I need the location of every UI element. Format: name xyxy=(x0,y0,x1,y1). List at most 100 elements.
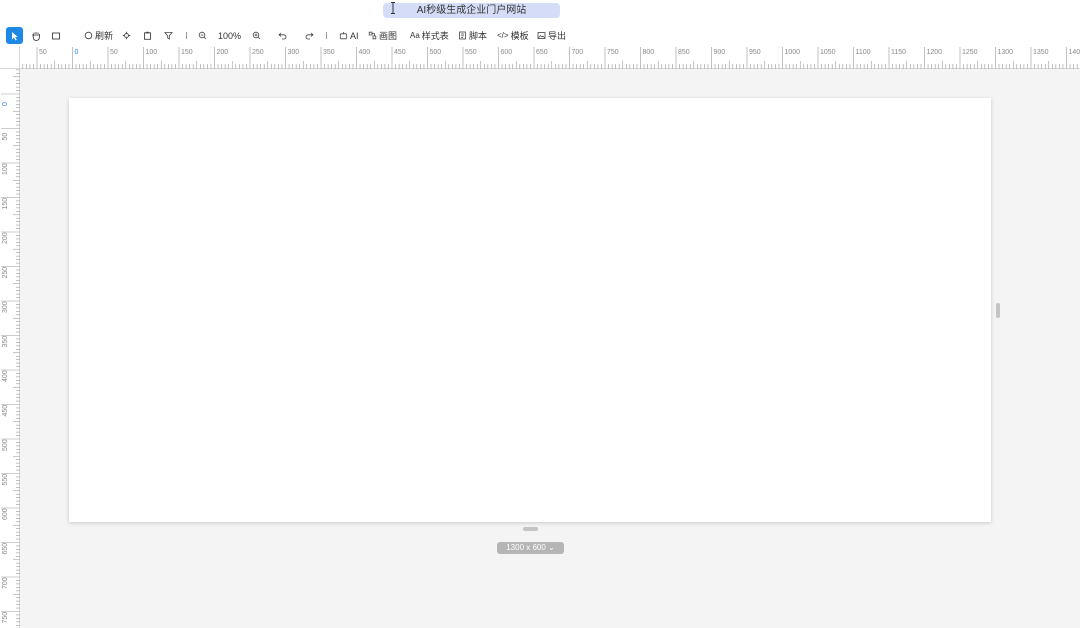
toolbar-divider xyxy=(186,32,187,39)
vertical-ruler-scale: 0 50 100 150 200 250 300 350 400 450 500 550 600 650 7… xyxy=(1,69,20,626)
robot-icon xyxy=(339,32,348,40)
select-tool-button[interactable] xyxy=(6,27,23,44)
horizontal-ruler[interactable]: 50 0 50 100 150 200 250 300 350 400 450 500 550 600 65… xyxy=(20,46,1080,69)
ruler-label: 850 xyxy=(678,49,690,56)
image-icon xyxy=(537,32,546,39)
ruler-label: 200 xyxy=(217,49,229,56)
ruler-label: 200 xyxy=(2,232,9,244)
clipboard-icon xyxy=(144,31,151,40)
toolbar-divider xyxy=(326,32,327,39)
ruler-label: 0 xyxy=(2,102,9,106)
canvas-resize-handle-right[interactable] xyxy=(996,303,1000,318)
ruler-label: 800 xyxy=(643,49,655,56)
ruler-corner xyxy=(0,46,20,69)
layers-icon xyxy=(368,31,377,40)
toolbar: 刷新 100% AI 画图 Aa 样式表 脚本 </> 模板 导出 xyxy=(0,27,1080,44)
filter-button[interactable] xyxy=(164,27,173,44)
ruler-label: 350 xyxy=(2,336,9,348)
hand-tool-button[interactable] xyxy=(31,27,41,44)
canvas-size-dropdown[interactable]: 1300 x 600 ⌄ xyxy=(497,542,564,554)
ruler-label: 550 xyxy=(465,49,477,56)
ruler-label: 100 xyxy=(2,163,9,175)
ai-button[interactable]: AI xyxy=(339,27,359,44)
ruler-label: 300 xyxy=(2,301,9,313)
ruler-label: 550 xyxy=(2,474,9,486)
horizontal-ruler-scale: 50 0 50 100 150 200 250 300 350 400 450 500 550 600 65… xyxy=(22,47,1080,69)
filter-icon xyxy=(164,32,173,40)
ruler-label: 250 xyxy=(2,267,9,279)
ruler-label: 1350 xyxy=(1033,49,1049,56)
script-label: 脚本 xyxy=(469,31,488,41)
ruler-label: 700 xyxy=(572,49,584,56)
ruler-label: 1300 xyxy=(998,49,1014,56)
rectangle-icon xyxy=(52,32,60,39)
refresh-label: 刷新 xyxy=(95,31,114,41)
zoom-value: 100% xyxy=(218,30,242,41)
undo-button[interactable] xyxy=(278,27,287,44)
canvas-size-label: 1300 x 600 xyxy=(506,543,546,552)
zoom-out-button[interactable] xyxy=(198,27,207,44)
redo-button[interactable] xyxy=(305,27,314,44)
text-cursor-icon xyxy=(391,2,395,14)
zoom-in-button[interactable] xyxy=(252,27,261,44)
ruler-label: 50 xyxy=(110,49,118,56)
ruler-label: 300 xyxy=(288,49,300,56)
ruler-label: 1150 xyxy=(891,49,906,56)
layers-button[interactable]: 画图 xyxy=(368,27,397,44)
ruler-label: 0 xyxy=(75,49,79,56)
ruler-label: 1200 xyxy=(927,49,943,56)
ruler-label: 900 xyxy=(714,49,726,56)
refresh-button[interactable]: 刷新 xyxy=(84,27,113,44)
ruler-label: 50 xyxy=(39,49,47,56)
ai-prompt-text: AI秒级生成企业门户网站 xyxy=(416,5,527,16)
ruler-label: 50 xyxy=(2,133,9,141)
ruler-label: 1250 xyxy=(962,49,978,56)
zoom-in-icon xyxy=(252,31,261,40)
ruler-label: 950 xyxy=(749,49,761,56)
ruler-label: 1000 xyxy=(785,49,801,56)
ruler-label: 400 xyxy=(2,370,9,382)
script-button[interactable]: 脚本 xyxy=(458,27,487,44)
export-label: 导出 xyxy=(548,31,567,41)
template-button[interactable]: </> 模板 xyxy=(497,27,529,44)
ruler-label: 650 xyxy=(2,543,9,555)
ruler-label: 500 xyxy=(2,439,9,451)
styles-label: 样式表 xyxy=(421,31,449,41)
ruler-label: 450 xyxy=(394,49,406,56)
styles-button[interactable]: Aa 样式表 xyxy=(410,27,449,44)
ruler-label: 500 xyxy=(430,49,442,56)
frame-tool-button[interactable] xyxy=(51,27,61,44)
ruler-label: 400 xyxy=(359,49,371,56)
document-icon xyxy=(459,31,466,40)
zoom-level[interactable]: 100% xyxy=(218,27,241,44)
ruler-label: 150 xyxy=(2,198,9,210)
settings-button[interactable] xyxy=(122,27,131,44)
vertical-ruler[interactable]: 0 50 100 150 200 250 300 350 400 450 500 550 600 650 7… xyxy=(0,69,20,628)
ruler-label: 250 xyxy=(252,49,264,56)
ruler-label: 100 xyxy=(146,49,158,56)
export-button[interactable]: 导出 xyxy=(537,27,566,44)
ruler-label: 750 xyxy=(2,612,9,624)
refresh-icon xyxy=(84,31,93,40)
canvas-resize-handle-bottom[interactable] xyxy=(523,527,538,531)
template-label: 模板 xyxy=(510,31,529,41)
ruler-label: 750 xyxy=(607,49,619,56)
undo-icon xyxy=(278,32,287,40)
ai-prompt-input[interactable]: AI秒级生成企业门户网站 xyxy=(383,3,560,18)
ruler-label: 1100 xyxy=(856,49,871,56)
ruler-label: 600 xyxy=(2,508,9,520)
ruler-label: 150 xyxy=(181,49,193,56)
redo-icon xyxy=(305,32,314,40)
ruler-label: 350 xyxy=(323,49,335,56)
zoom-out-icon xyxy=(198,31,207,40)
ruler-label: 450 xyxy=(2,405,9,417)
ruler-label: 700 xyxy=(2,577,9,589)
pointer-icon xyxy=(12,31,18,40)
ruler-label: 600 xyxy=(501,49,513,56)
layers-label: 画图 xyxy=(379,31,398,41)
top-bar: AI秒级生成企业门户网站 刷新 100% AI 画图 Aa 样式表 脚本 </>… xyxy=(0,0,1080,46)
save-button[interactable] xyxy=(143,27,152,44)
ruler-label: 1400 xyxy=(1069,49,1080,56)
design-canvas[interactable] xyxy=(69,98,991,522)
ruler-label: 1050 xyxy=(820,49,836,56)
